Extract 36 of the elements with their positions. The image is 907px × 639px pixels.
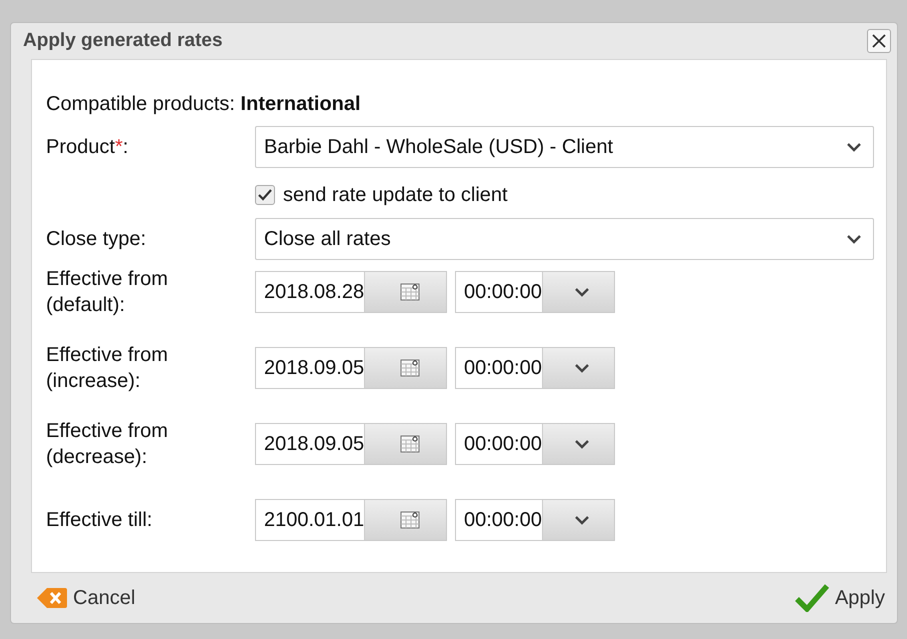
calendar-icon: [400, 283, 420, 301]
checkbox-label: send rate update to client: [283, 184, 508, 206]
time-dropdown[interactable]: 00:00:00: [455, 499, 615, 541]
apply-button[interactable]: Apply: [792, 582, 887, 614]
date-label: Effective till:: [46, 508, 154, 533]
caret-icon: [847, 234, 861, 244]
time-dropdown[interactable]: 00:00:00: [455, 271, 615, 313]
date-label: Effective from (increase):: [46, 343, 169, 394]
caret-icon: [575, 364, 590, 372]
checkmark-icon: [794, 584, 829, 612]
calendar-icon: [400, 511, 420, 529]
close-type-label: Close type:: [46, 227, 148, 252]
calendar-icon: [400, 435, 420, 453]
close-button[interactable]: [867, 29, 891, 53]
cancel-button[interactable]: Cancel: [35, 584, 138, 612]
caret-icon: [575, 516, 590, 524]
date-label: Effective from (default):: [46, 267, 169, 318]
date-field[interactable]: 2100.01.01: [255, 499, 447, 541]
time-dropdown[interactable]: 00:00:00: [455, 423, 615, 465]
date-field[interactable]: 2018.09.05: [255, 347, 447, 389]
calendar-icon: [400, 359, 420, 377]
date-field[interactable]: 2018.08.28: [255, 271, 447, 313]
compatible-products-text: Compatible products: International: [46, 92, 362, 117]
time-dropdown[interactable]: 00:00:00: [455, 347, 615, 389]
product-dropdown[interactable]: Barbie Dahl - WholeSale (USD) - Client: [255, 126, 874, 168]
date-field[interactable]: 2018.09.05: [255, 423, 447, 465]
date-label: Effective from (decrease):: [46, 419, 169, 470]
caret-icon: [575, 440, 590, 448]
window-title: Apply generated rates: [23, 30, 223, 52]
product-label: Product*:: [46, 135, 130, 160]
caret-icon: [847, 142, 861, 152]
close-icon: [872, 34, 886, 48]
caret-icon: [575, 288, 590, 296]
checkbox[interactable]: [255, 185, 275, 205]
close-type-dropdown[interactable]: Close all rates: [255, 218, 874, 260]
cancel-icon: [37, 587, 67, 609]
